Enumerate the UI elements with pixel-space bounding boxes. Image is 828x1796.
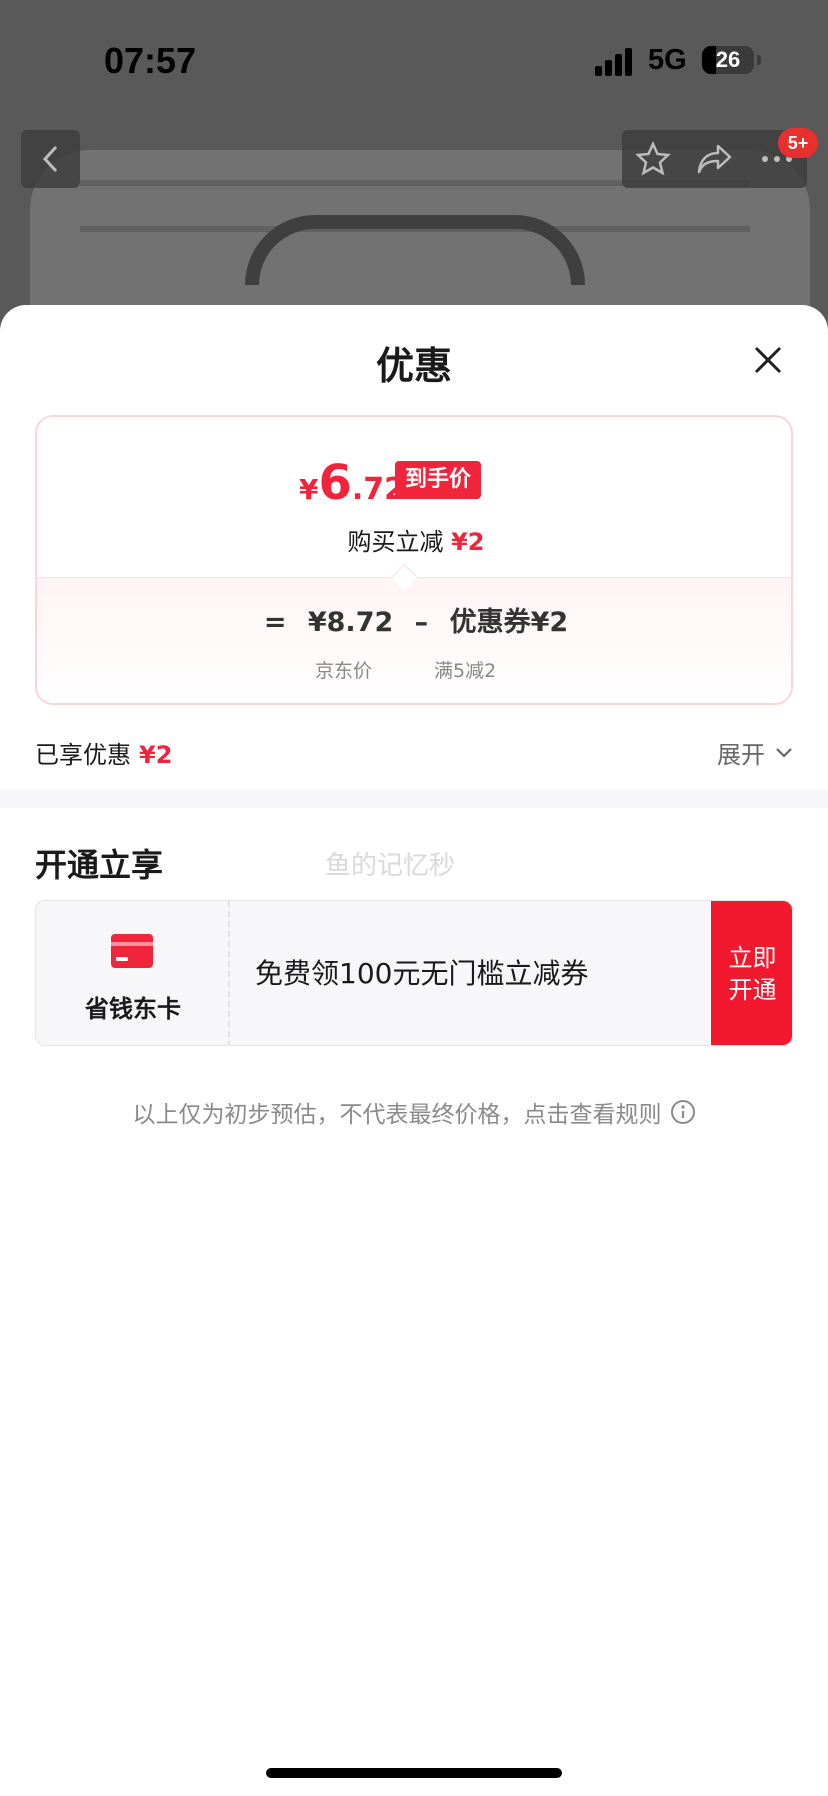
enjoyed-discount: 已享优惠 ¥2 xyxy=(35,735,172,770)
price-breakdown: = ¥8.72 – 优惠券¥2 京东价 满5减2 xyxy=(37,564,791,703)
coupon-value: ¥2 xyxy=(530,607,569,638)
card-icon xyxy=(111,934,153,968)
back-button[interactable] xyxy=(21,130,80,188)
base-price-caption: 京东价 xyxy=(315,660,373,682)
battery-level: 26 xyxy=(715,47,741,72)
open-now-button[interactable]: 立即 开通 xyxy=(711,901,792,1045)
base-price: ¥8.72 xyxy=(307,607,394,638)
final-price-tag: 到手价 xyxy=(395,461,482,499)
price-formula: = ¥8.72 – 优惠券¥2 xyxy=(37,600,791,639)
open-now-line1: 立即 xyxy=(728,944,777,972)
sheet-title: 优惠 xyxy=(375,344,452,388)
open-now-line2: 开通 xyxy=(728,976,777,1004)
instant-discount-label: 购买立减 xyxy=(347,528,444,556)
instant-discount-value: ¥2 xyxy=(451,528,485,556)
price-card: ¥6.72 到手价 购买立减 ¥2 = ¥8.72 – 优惠券¥2 京东价 满5… xyxy=(35,415,793,705)
status-time: 07:57 xyxy=(104,40,197,81)
open-section-title: 开通立享 xyxy=(35,846,164,884)
section-divider xyxy=(0,790,828,808)
share-icon[interactable] xyxy=(696,142,734,176)
final-price-integer: 6 xyxy=(318,455,352,511)
formula-minus: – xyxy=(414,607,429,638)
home-indicator[interactable] xyxy=(266,1768,562,1778)
battery-icon: 26 xyxy=(702,46,754,74)
info-icon[interactable] xyxy=(670,1099,696,1125)
chevron-down-icon xyxy=(776,747,792,758)
coupon-label: 优惠券 xyxy=(449,607,531,638)
card-description: 免费领100元无门槛立减券 xyxy=(255,957,589,990)
enjoyed-discount-row: 已享优惠 ¥2 展开 xyxy=(35,733,793,773)
disclaimer-text: 以上仅为初步预估，不代表最终价格，点击查看规则 xyxy=(132,1102,662,1128)
network-type: 5G xyxy=(648,44,687,76)
status-bar: 07:57 5G 26 xyxy=(0,0,828,120)
battery-tip xyxy=(757,55,761,65)
star-icon[interactable] xyxy=(634,141,671,177)
formula-equals: = xyxy=(263,607,287,638)
expand-button[interactable]: 展开 xyxy=(717,735,793,770)
card-name: 省钱东卡 xyxy=(85,995,181,1023)
watermark-text: 鱼的记忆秒 xyxy=(325,851,456,881)
back-icon xyxy=(42,145,57,173)
final-price-currency: ¥ xyxy=(299,473,319,506)
expand-label: 展开 xyxy=(717,741,765,769)
rules-disclaimer[interactable]: 以上仅为初步预估，不代表最终价格，点击查看规则 xyxy=(0,1095,828,1129)
final-price: ¥6.72 xyxy=(299,455,405,511)
breakdown-pointer xyxy=(391,564,418,591)
signal-icon xyxy=(595,48,635,76)
card-info: 省钱东卡 xyxy=(36,901,230,1045)
enjoyed-discount-value: ¥2 xyxy=(139,741,173,769)
discount-sheet: 优惠 ¥6.72 到手价 购买立减 ¥2 = ¥8.72 – 优惠券¥2 京东价… xyxy=(0,305,828,1796)
enjoyed-discount-label: 已享优惠 xyxy=(35,741,131,769)
close-icon[interactable] xyxy=(748,340,788,380)
message-badge: 5+ xyxy=(778,128,818,158)
coupon-caption: 满5减2 xyxy=(434,660,497,682)
instant-discount: 购买立减 ¥2 xyxy=(37,522,791,557)
membership-card-offer[interactable]: 省钱东卡 免费领100元无门槛立减券 立即 开通 xyxy=(35,900,793,1046)
